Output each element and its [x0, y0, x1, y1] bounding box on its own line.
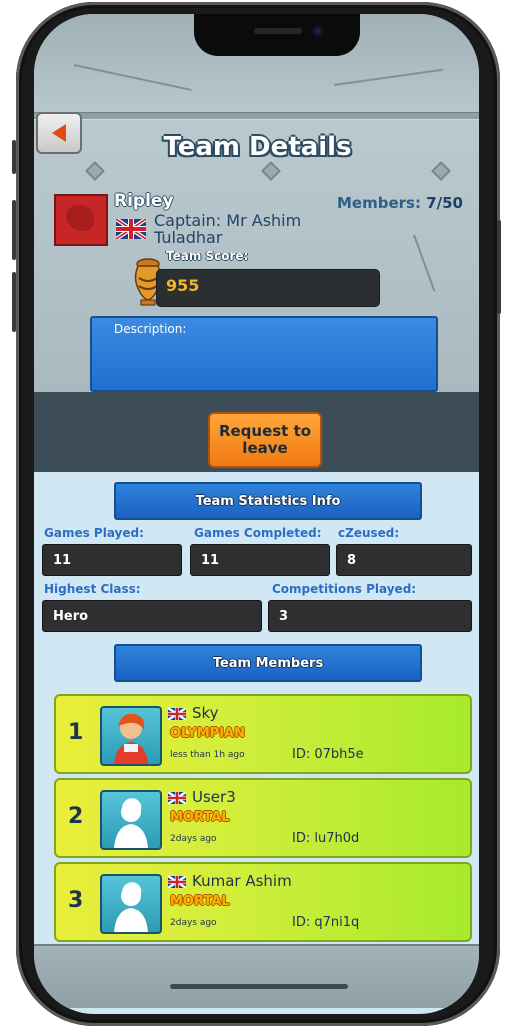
highest-class-value: Hero — [42, 600, 262, 632]
team-statistics-header: Team Statistics Info — [114, 482, 422, 520]
team-score-label: Team Score: — [166, 249, 249, 263]
competitions-played-label: Competitions Played: — [272, 582, 417, 596]
member-rank: 2 — [68, 804, 84, 829]
uk-flag-icon — [116, 219, 146, 239]
uk-flag-icon — [168, 876, 186, 888]
page-title: Team Details — [163, 132, 352, 162]
phone-side-button — [12, 140, 16, 174]
app-screen: Team Details Ripley Captain: Mr Ashim Tu… — [34, 14, 479, 1014]
phone-volume-up-button — [12, 200, 16, 260]
member-avatar — [100, 790, 162, 850]
member-card[interactable]: 2 User3 MORTAL 2days ago ID: lu7h0d — [54, 778, 472, 858]
request-leave-button[interactable]: Request to leave — [208, 412, 322, 468]
members-count: Members: 7/50 — [337, 194, 463, 212]
competitions-played-value: 3 — [268, 600, 472, 632]
home-indicator[interactable] — [170, 984, 348, 989]
front-camera — [312, 25, 324, 37]
member-rank: 1 — [68, 720, 84, 745]
member-id: ID: q7ni1q — [292, 915, 360, 930]
members-label: Members: — [337, 194, 421, 212]
member-last-seen: 2days ago — [170, 918, 217, 928]
member-card[interactable]: 3 Kumar Ashim MORTAL 2days ago ID: q7ni1… — [54, 862, 472, 942]
member-class: MORTAL — [170, 894, 230, 909]
member-card[interactable]: 1 Sky OLYMPIAN less than 1h ago ID: 07bh… — [54, 694, 472, 774]
phone-notch — [194, 14, 360, 56]
member-last-seen: less than 1h ago — [170, 750, 245, 760]
member-avatar — [100, 874, 162, 934]
team-flag-icon — [54, 194, 108, 246]
stone-divider — [34, 112, 479, 120]
member-rank: 3 — [68, 888, 84, 913]
stone-footer-background — [34, 944, 479, 1008]
uk-flag-icon — [168, 708, 186, 720]
member-name: Sky — [192, 704, 219, 722]
silhouette-avatar-icon — [114, 882, 148, 932]
stone-crack — [73, 64, 192, 91]
team-members-header: Team Members — [114, 644, 422, 682]
team-name: Ripley — [114, 191, 174, 211]
member-id: ID: 07bh5e — [292, 747, 364, 762]
member-name: User3 — [192, 788, 236, 806]
phone-power-button — [497, 220, 501, 314]
member-class: OLYMPIAN — [170, 726, 245, 741]
games-played-value: 11 — [42, 544, 182, 576]
member-last-seen: 2days ago — [170, 834, 217, 844]
olympian-avatar-icon — [114, 713, 148, 764]
uk-flag-icon — [168, 792, 186, 804]
description-label: Description: — [114, 322, 187, 336]
member-name: Kumar Ashim — [192, 872, 292, 890]
members-value: 7/50 — [426, 194, 463, 212]
games-completed-value: 11 — [190, 544, 330, 576]
captain-name: Captain: Mr Ashim Tuladhar — [154, 211, 302, 247]
stone-crack — [333, 68, 444, 86]
czeused-label: cZeused: — [338, 526, 400, 540]
speaker-grille — [254, 28, 302, 34]
phone-volume-down-button — [12, 272, 16, 332]
team-score-value: 955 — [166, 276, 200, 295]
member-class: MORTAL — [170, 810, 230, 825]
czeused-value: 8 — [336, 544, 472, 576]
highest-class-label: Highest Class: — [44, 582, 141, 596]
silhouette-avatar-icon — [114, 798, 148, 848]
games-played-label: Games Played: — [44, 526, 144, 540]
games-completed-label: Games Completed: — [194, 526, 322, 540]
member-id: ID: lu7h0d — [292, 831, 360, 846]
stone-crack — [413, 234, 436, 292]
member-avatar — [100, 706, 162, 766]
